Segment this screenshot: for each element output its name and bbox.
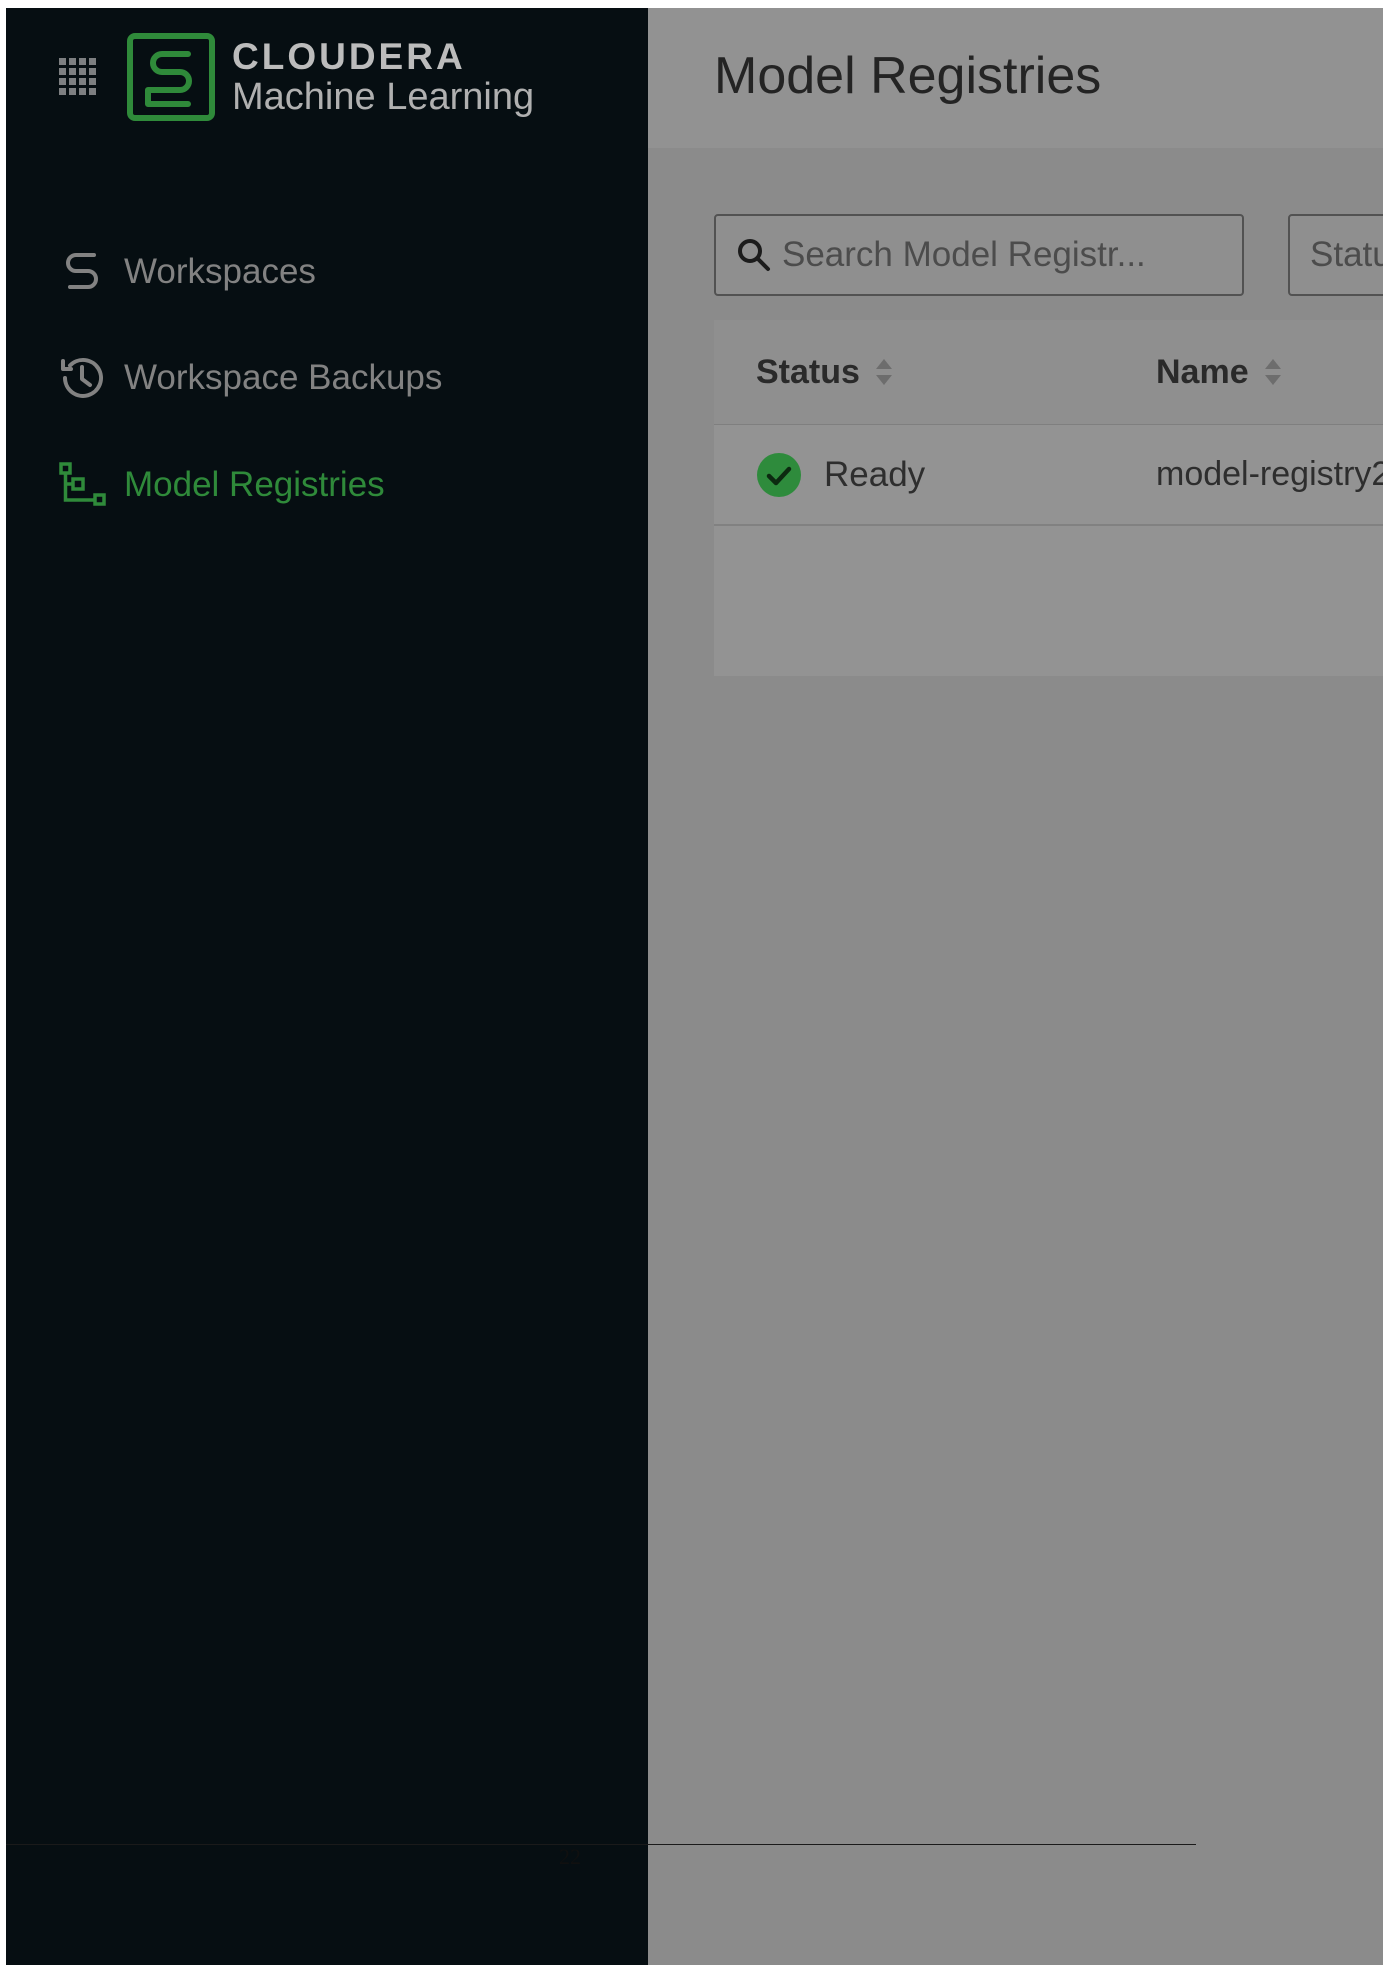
brand-name: CLOUDERA [232, 36, 466, 77]
sort-icon [874, 357, 894, 387]
status-cell: Ready [756, 425, 925, 524]
status-text: Ready [824, 454, 926, 494]
sidebar-item-label: Workspace Backups [124, 358, 443, 397]
page-number: 22 [559, 1844, 581, 1869]
sidebar-item-workspace-backups[interactable]: Workspace Backups [54, 348, 614, 408]
registry-name-link[interactable]: model-registry2 [1156, 425, 1383, 524]
sidebar-item-model-registries[interactable]: Model Registries [54, 455, 614, 515]
main-content: Model Registries Status Status [648, 8, 1383, 1965]
search-box[interactable] [714, 214, 1244, 296]
page-divider [6, 1844, 1196, 1845]
table-row[interactable]: Ready model-registry2 [714, 425, 1383, 526]
page-header: Model Registries [648, 8, 1383, 148]
sidebar-item-label: Model Registries [124, 465, 385, 504]
history-icon [54, 352, 110, 404]
sidebar: CLOUDERA Machine Learning Workspaces Wor… [6, 8, 648, 1965]
app-launcher-icon[interactable] [59, 58, 97, 96]
workspaces-icon [54, 246, 110, 298]
status-filter-placeholder: Status [1310, 235, 1383, 274]
column-header-name[interactable]: Name [1156, 320, 1283, 424]
search-icon [738, 239, 770, 271]
sidebar-item-workspaces[interactable]: Workspaces [54, 242, 614, 302]
table-header: Status Name [714, 320, 1383, 425]
cloudera-logo-icon [127, 33, 215, 121]
search-input[interactable] [782, 235, 1222, 275]
status-filter-select[interactable]: Status [1288, 214, 1383, 296]
model-registry-icon [54, 459, 110, 511]
app-frame: CLOUDERA Machine Learning Workspaces Wor… [6, 8, 1383, 1965]
sidebar-item-label: Workspaces [124, 252, 316, 291]
column-header-status[interactable]: Status [756, 320, 894, 424]
brand-product: Machine Learning [232, 76, 535, 118]
sort-icon [1263, 357, 1283, 387]
model-registries-table: Status Name Ready model-registry2 [714, 320, 1383, 676]
page-title: Model Registries [714, 47, 1102, 105]
check-circle-icon [757, 452, 801, 497]
